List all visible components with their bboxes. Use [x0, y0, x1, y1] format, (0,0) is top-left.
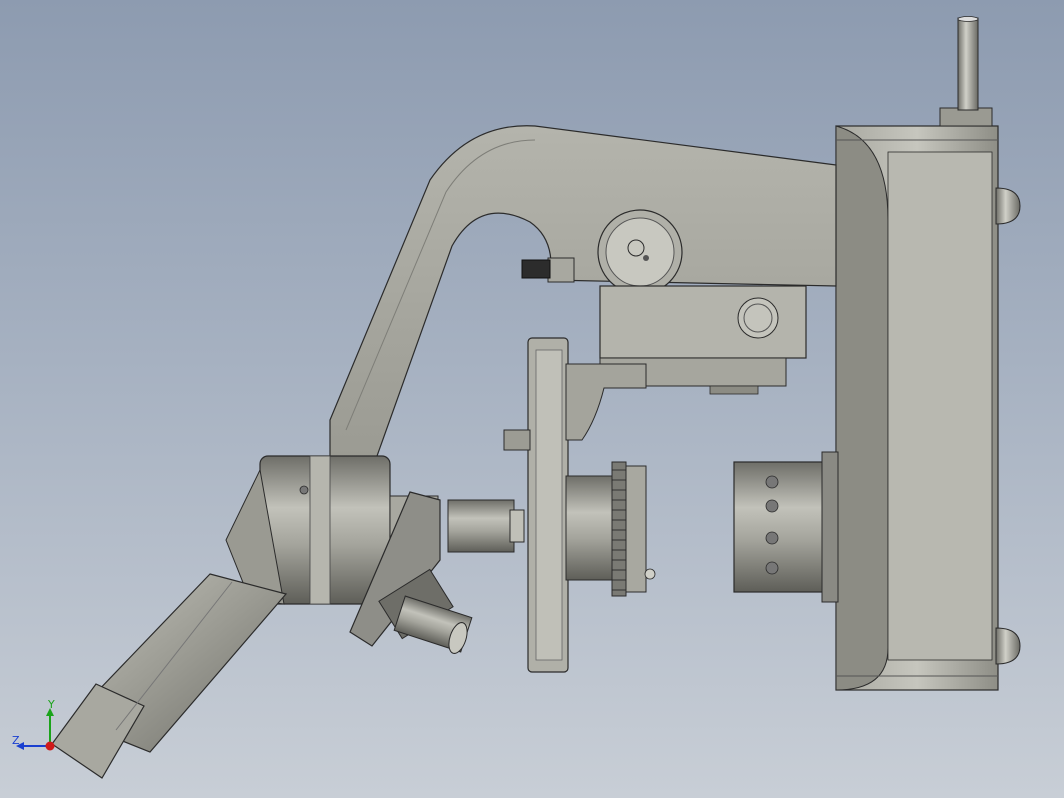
triad-origin [45, 741, 55, 751]
condenser[interactable] [565, 461, 656, 597]
cad-viewport[interactable]: Y Z [0, 0, 1064, 798]
light-port[interactable] [733, 451, 839, 603]
y-axis-label: Y [48, 698, 55, 711]
orientation-triad: Y Z [8, 698, 68, 760]
eyepiece-tube[interactable] [51, 573, 288, 779]
microscope-assembly-model[interactable] [0, 0, 1064, 798]
focus-knob[interactable] [597, 209, 683, 295]
main-housing[interactable] [835, 16, 1021, 691]
z-axis-label: Z [12, 734, 20, 747]
